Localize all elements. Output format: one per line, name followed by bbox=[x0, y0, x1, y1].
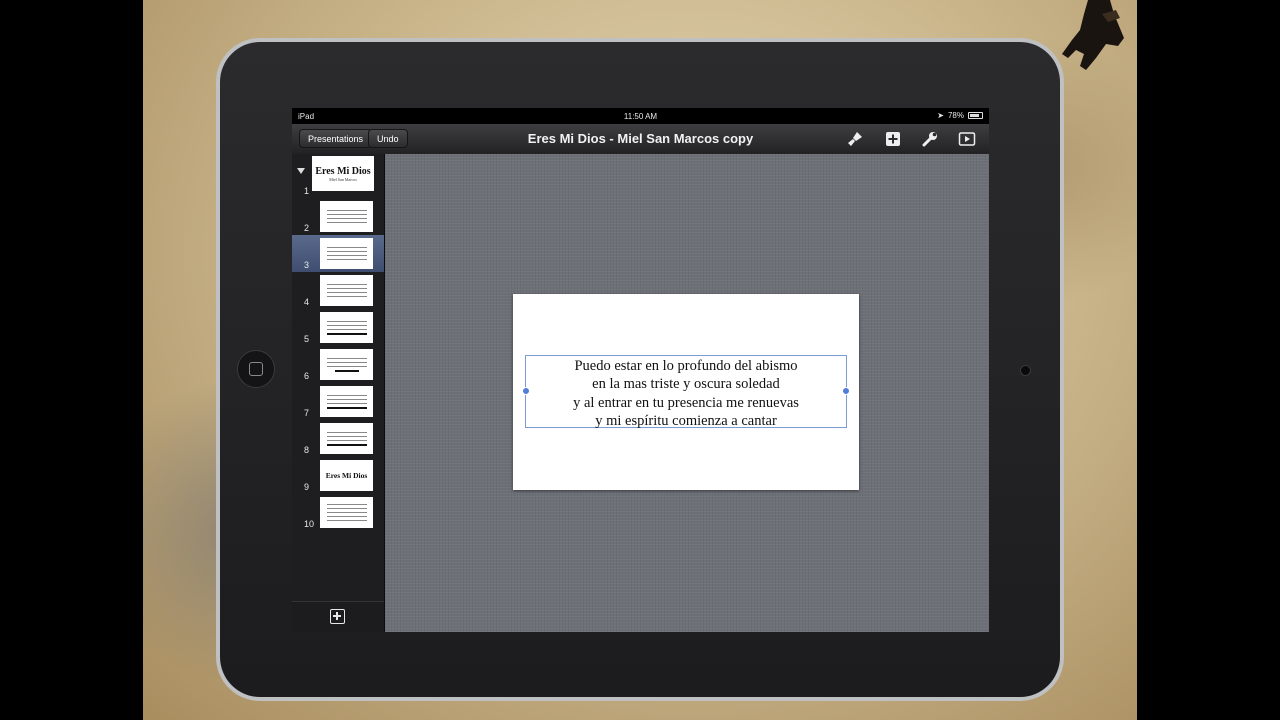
battery-icon bbox=[968, 112, 983, 119]
undo-button[interactable]: Undo bbox=[368, 129, 408, 148]
eagle-silhouette bbox=[1062, 0, 1124, 70]
current-slide[interactable]: Puedo estar en lo profundo del abismo en… bbox=[513, 294, 859, 490]
slide-number: 8 bbox=[304, 445, 310, 455]
disclosure-triangle-icon[interactable] bbox=[297, 168, 305, 174]
slide-thumbnail[interactable]: Eres Mi Dios bbox=[320, 460, 373, 491]
slide-number: 7 bbox=[304, 408, 310, 418]
location-icon: ➤ bbox=[937, 111, 944, 120]
slide-thumbnail-row[interactable]: 6 bbox=[292, 346, 384, 383]
camera bbox=[1020, 365, 1031, 376]
clock: 11:50 AM bbox=[623, 112, 658, 121]
slide-number: 9 bbox=[304, 482, 310, 492]
slide-number: 4 bbox=[304, 297, 310, 307]
slide-thumbnail-row[interactable]: 10 bbox=[292, 494, 384, 531]
add-slide-icon[interactable] bbox=[330, 609, 345, 624]
slide-number: 1 bbox=[304, 186, 310, 196]
insert-plus-icon[interactable] bbox=[884, 130, 902, 148]
status-bar: iPad 11:50 AM ➤ 78% bbox=[292, 108, 989, 124]
slide-thumbnail[interactable] bbox=[320, 275, 373, 306]
slide-navigator: 1 Eres Mi Dios Miel San Marcos 2 3 4 5 6 bbox=[292, 154, 385, 632]
slide-number: 2 bbox=[304, 223, 310, 233]
slide-canvas[interactable]: Puedo estar en lo profundo del abismo en… bbox=[385, 154, 989, 632]
thumbnail-subtitle: Miel San Marcos bbox=[329, 176, 357, 182]
slide-thumbnail[interactable] bbox=[320, 423, 373, 454]
slide-number: 5 bbox=[304, 334, 310, 344]
slide-thumbnail[interactable]: Eres Mi Dios Miel San Marcos bbox=[312, 156, 374, 191]
slide-text-line: Puedo estar en lo profundo del abismo bbox=[574, 358, 798, 374]
thumbnail-title: Eres Mi Dios bbox=[315, 165, 371, 177]
play-icon[interactable] bbox=[958, 130, 976, 148]
slide-text-line: en la mas triste y oscura soledad bbox=[592, 376, 780, 393]
slide-thumbnail-row[interactable]: 5 bbox=[292, 309, 384, 346]
slide-thumbnail-row[interactable]: 2 bbox=[292, 198, 384, 235]
thumbnail-title: Eres Mi Dios bbox=[325, 471, 368, 480]
slide-thumbnail[interactable] bbox=[320, 312, 373, 343]
slide-text-line: y al entrar en tu presencia me renuevas bbox=[573, 394, 799, 411]
slide-thumbnail[interactable] bbox=[320, 386, 373, 417]
slide-number: 10 bbox=[304, 519, 315, 529]
home-button[interactable] bbox=[237, 350, 275, 388]
slide-thumbnail[interactable] bbox=[320, 238, 373, 269]
battery-percent: 78% bbox=[947, 111, 964, 120]
slide-thumbnail[interactable] bbox=[320, 349, 373, 380]
slide-text-line: y mi espíritu comienza a cantar bbox=[595, 412, 777, 429]
status-right: ➤ 78% bbox=[937, 111, 983, 120]
slide-thumbnail-row[interactable]: 7 bbox=[292, 383, 384, 420]
slide-thumbnail-row[interactable]: 1 Eres Mi Dios Miel San Marcos bbox=[292, 154, 384, 198]
paintbrush-icon[interactable] bbox=[846, 130, 864, 148]
slide-number: 3 bbox=[304, 260, 310, 270]
slide-number: 6 bbox=[304, 371, 310, 381]
toolbar: Presentations Undo Eres Mi Dios - Miel S… bbox=[292, 124, 989, 155]
document-title: Eres Mi Dios - Miel San Marcos copy bbox=[527, 131, 754, 146]
presentations-button[interactable]: Presentations bbox=[299, 129, 373, 148]
wrench-icon[interactable] bbox=[921, 130, 939, 148]
slide-thumbnail[interactable] bbox=[320, 497, 373, 528]
slide-thumbnail-row[interactable]: 9 Eres Mi Dios bbox=[292, 457, 384, 494]
ipad-screen: iPad 11:50 AM ➤ 78% Presentations Undo E… bbox=[292, 108, 989, 632]
slide-thumbnail-row[interactable]: 4 bbox=[292, 272, 384, 309]
slide-thumbnail[interactable] bbox=[320, 201, 373, 232]
home-square-icon bbox=[249, 362, 263, 376]
slide-text[interactable]: Puedo estar en lo profundo del abismo en… bbox=[526, 357, 846, 430]
selected-text-box[interactable]: Puedo estar en lo profundo del abismo en… bbox=[522, 355, 850, 430]
slide-thumbnail-row[interactable]: 8 bbox=[292, 420, 384, 457]
navigator-footer bbox=[292, 601, 384, 632]
slide-thumbnail-row-selected[interactable]: 3 bbox=[292, 235, 384, 272]
